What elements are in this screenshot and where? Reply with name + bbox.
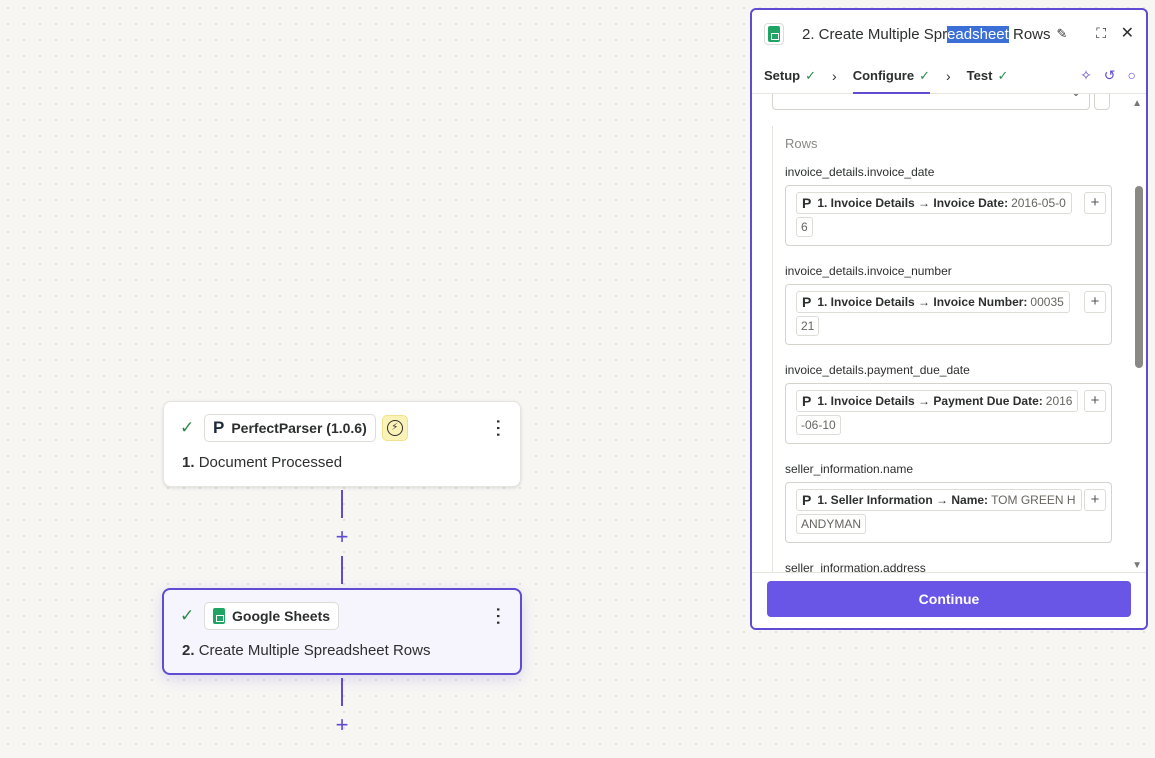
pill-value-continued: -06-10 [796, 415, 841, 435]
field-label: invoice_details.invoice_date [785, 165, 935, 179]
step-title: 1. Document Processed [182, 454, 342, 471]
connector-line [341, 556, 343, 584]
tab-test[interactable]: Test ✓ [967, 58, 1009, 94]
pill-value: 00035 [1030, 295, 1064, 309]
app-name: Google Sheets [232, 608, 331, 624]
pill-label: 1. Seller Information → Name: [817, 493, 989, 507]
connector-line [341, 490, 343, 518]
step-editor-panel: 2. Create Multiple Spreadsheet Rows ✎ ⛶ … [750, 8, 1148, 630]
pill-label: 1. Invoice Details → Invoice Date: [817, 196, 1009, 210]
worksheet-select[interactable] [772, 94, 1090, 110]
step-number: 2. [182, 642, 195, 659]
field-label: invoice_details.payment_due_date [785, 363, 970, 377]
continue-button[interactable]: Continue [767, 581, 1131, 617]
comment-icon[interactable]: ○ [1128, 67, 1136, 84]
app-chip: Google Sheets [204, 602, 340, 630]
tab-configure[interactable]: Configure ✓ [852, 58, 931, 94]
perfectparser-logo-icon: P [802, 393, 812, 409]
check-icon: ✓ [180, 418, 195, 437]
tab-label: Configure [852, 68, 915, 83]
perfectparser-logo-icon: P [802, 294, 812, 310]
field-input[interactable]: P 1. Invoice Details → Invoice Date: 201… [785, 185, 1112, 246]
app-name: PerfectParser (1.0.6) [231, 420, 367, 436]
scroll-down-arrow[interactable]: ▼ [1132, 560, 1142, 571]
mapped-value-pill[interactable]: P 1. Invoice Details → Payment Due Date:… [796, 390, 1079, 412]
tab-bar: Setup ✓ › Configure ✓ › Test ✓ ✧ ↺ ○ [752, 58, 1146, 94]
plus-icon[interactable]: + [1084, 390, 1106, 412]
perfectparser-logo-icon: P [802, 195, 812, 211]
field-label: invoice_details.invoice_number [785, 264, 952, 278]
step-number: 1. [182, 454, 195, 471]
mapped-value-pill[interactable]: P 1. Invoice Details → Invoice Number: 0… [796, 291, 1070, 313]
step-title: 2. Create Multiple Spreadsheet Rows [182, 642, 430, 659]
check-icon: ✓ [919, 67, 930, 83]
close-icon[interactable]: ✕ [1121, 23, 1134, 43]
panel-header: 2. Create Multiple Spreadsheet Rows ✎ ⛶ … [752, 10, 1146, 58]
perfectparser-logo-icon: P [213, 418, 225, 437]
app-chip: P PerfectParser (1.0.6) [204, 414, 376, 442]
tab-label: Setup [764, 68, 801, 83]
pill-label: 1. Invoice Details → Payment Due Date: [817, 394, 1043, 408]
pencil-icon[interactable]: ✎ [1057, 26, 1068, 42]
title-part: 2. Create Multiple Spr [802, 25, 948, 43]
mapped-value-pill[interactable]: P 1. Seller Information → Name: TOM GREE… [796, 489, 1082, 511]
plus-icon[interactable]: + [1084, 192, 1106, 214]
google-sheets-icon [213, 608, 225, 624]
step-name: Document Processed [198, 454, 343, 471]
check-icon: ✓ [805, 67, 817, 83]
add-step-button[interactable]: + [332, 526, 352, 548]
title-part: Rows [1008, 25, 1051, 43]
plus-icon[interactable]: + [1084, 291, 1106, 313]
kebab-menu-icon[interactable]: ⋯ [487, 606, 509, 626]
field-invoice-number: invoice_details.invoice_number P 1. Invo… [785, 264, 1112, 345]
pill-value: 2016-05-0 [1011, 196, 1066, 210]
rows-group: Rows invoice_details.invoice_date P 1. I… [772, 126, 1112, 576]
rows-label: Rows [785, 136, 818, 151]
field-input[interactable]: P 1. Invoice Details → Payment Due Date:… [785, 383, 1112, 444]
pill-value-continued: 21 [796, 316, 820, 336]
field-input[interactable]: P 1. Invoice Details → Invoice Number: 0… [785, 284, 1112, 345]
pill-value-continued: ANDYMAN [796, 514, 867, 534]
expand-icon[interactable]: ⛶ [1096, 25, 1106, 42]
scrollbar-thumb[interactable] [1135, 186, 1143, 368]
field-input[interactable]: P 1. Seller Information → Name: TOM GREE… [785, 482, 1112, 543]
lightning-icon: ⚡ [381, 415, 408, 441]
field-seller-name: seller_information.name P 1. Seller Info… [785, 462, 1112, 543]
panel-footer: Continue [752, 572, 1146, 628]
title-selection: eadsheet [947, 25, 1009, 43]
add-step-button[interactable]: + [332, 714, 352, 736]
pill-value: 2016 [1045, 394, 1073, 408]
refresh-icon[interactable]: ↺ [1104, 67, 1116, 84]
field-invoice-date: invoice_details.invoice_date P 1. Invoic… [785, 165, 1112, 246]
step-node-perfectparser[interactable]: ✓ P PerfectParser (1.0.6) ⚡ ⋯ 1. Documen… [163, 401, 521, 487]
perfectparser-logo-icon: P [802, 492, 812, 508]
plus-icon[interactable]: + [1084, 489, 1106, 511]
scroll-up-arrow[interactable]: ▲ [1132, 98, 1142, 109]
step-node-google-sheets[interactable]: ✓ Google Sheets ⋯ 2. Create Multiple Spr… [162, 588, 522, 675]
google-sheets-icon [764, 23, 784, 45]
insert-data-button[interactable] [1094, 94, 1110, 110]
sparkle-icon[interactable]: ✧ [1080, 67, 1092, 84]
field-label: seller_information.name [785, 462, 914, 476]
step-name: Create Multiple Spreadsheet Rows [198, 642, 431, 659]
panel-title[interactable]: 2. Create Multiple Spreadsheet Rows [802, 25, 1051, 43]
config-form: Rows invoice_details.invoice_date P 1. I… [752, 94, 1146, 576]
field-payment-due-date: invoice_details.payment_due_date P 1. In… [785, 363, 1112, 444]
connector-line [341, 678, 343, 706]
chevron-right-icon: › [946, 67, 951, 84]
kebab-menu-icon[interactable]: ⋯ [487, 418, 509, 438]
pill-value-continued: 6 [796, 217, 813, 237]
mapped-value-pill[interactable]: P 1. Invoice Details → Invoice Date: 201… [796, 192, 1072, 214]
pill-value: TOM GREEN H [991, 493, 1076, 507]
pill-label: 1. Invoice Details → Invoice Number: [817, 295, 1028, 309]
tab-label: Test [966, 68, 993, 83]
check-icon: ✓ [997, 67, 1009, 83]
tab-tools: ✧ ↺ ○ [1080, 67, 1136, 84]
chevron-right-icon: › [832, 67, 837, 84]
tab-setup[interactable]: Setup ✓ [764, 58, 816, 94]
check-icon: ✓ [180, 606, 195, 625]
